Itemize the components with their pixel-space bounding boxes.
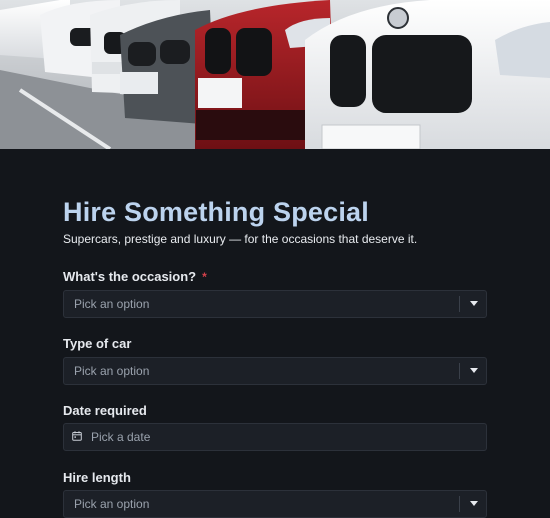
car-type-select[interactable]: Pick an option <box>63 357 487 385</box>
page-subtitle: Supercars, prestige and luxury — for the… <box>63 232 418 246</box>
occasion-placeholder: Pick an option <box>74 297 150 311</box>
occasion-select[interactable]: Pick an option <box>63 290 487 318</box>
occasion-label: What's the occasion? * <box>63 269 207 284</box>
occasion-label-text: What's the occasion? <box>63 269 197 284</box>
select-divider <box>459 363 460 379</box>
select-divider <box>459 496 460 512</box>
hire-length-placeholder: Pick an option <box>74 497 150 511</box>
hire-length-label: Hire length <box>63 470 131 485</box>
chevron-down-icon[interactable] <box>470 301 478 306</box>
calendar-icon <box>72 431 82 441</box>
hire-length-select[interactable]: Pick an option <box>63 490 487 518</box>
required-mark: * <box>202 270 207 284</box>
select-divider <box>459 296 460 312</box>
chevron-down-icon[interactable] <box>470 368 478 373</box>
hero-image <box>0 0 550 149</box>
date-placeholder: Pick a date <box>91 430 151 444</box>
date-label: Date required <box>63 403 147 418</box>
chevron-down-icon[interactable] <box>470 501 478 506</box>
car-type-placeholder: Pick an option <box>74 364 150 378</box>
page-title: Hire Something Special <box>63 197 369 227</box>
car-type-label: Type of car <box>63 336 132 351</box>
hire-form: Hire Something Special Supercars, presti… <box>63 196 487 518</box>
date-field[interactable]: Pick a date <box>63 423 487 451</box>
